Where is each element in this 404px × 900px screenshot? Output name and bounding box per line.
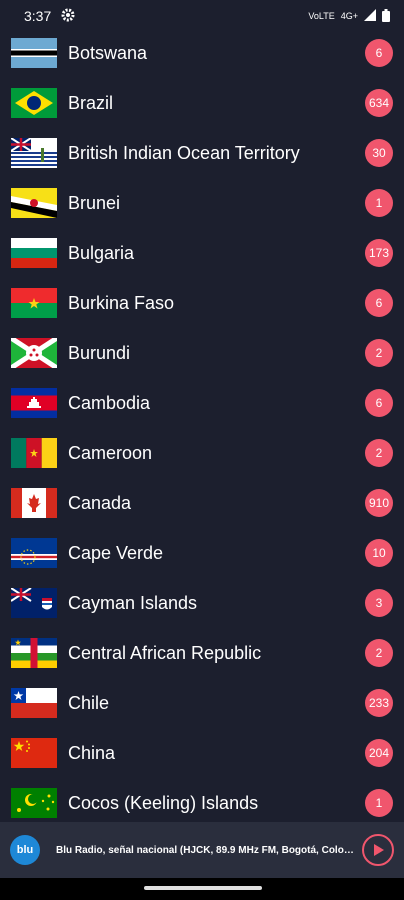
country-list-item[interactable]: Cape Verde 10 (0, 528, 404, 578)
cocos-islands-flag-icon (11, 788, 57, 818)
country-list-item[interactable]: Cocos (Keeling) Islands 1 (0, 778, 404, 822)
country-name: China (68, 742, 116, 763)
station-count-badge: 910 (365, 489, 393, 517)
country-name: Cape Verde (68, 542, 164, 563)
country-name: Canada (68, 492, 132, 513)
country-list[interactable]: Botswana 6 Brazil 634 British Indian Ocean T… (0, 28, 404, 822)
country-list-item[interactable]: Central African Republic 2 (0, 628, 404, 678)
station-count-badge: 30 (365, 139, 393, 167)
battery-icon (382, 8, 390, 24)
canada-flag-icon (11, 488, 57, 518)
country-list-item[interactable]: Burkina Faso 6 (0, 278, 404, 328)
station-count-badge: 173 (365, 239, 393, 267)
station-count-badge: 204 (365, 739, 393, 767)
country-name: Botswana (68, 42, 148, 63)
country-name: Bulgaria (68, 242, 135, 263)
country-list-item[interactable]: China 204 (0, 728, 404, 778)
station-count-badge: 233 (365, 689, 393, 717)
station-count-badge: 2 (365, 439, 393, 467)
chile-flag-icon (11, 688, 57, 718)
now-playing-title[interactable]: Blu Radio, señal nacional (HJCK, 89.9 MH… (56, 845, 356, 856)
station-count-badge: 634 (365, 89, 393, 117)
country-list-item[interactable]: Bulgaria 173 (0, 228, 404, 278)
station-count-badge: 6 (365, 289, 393, 317)
country-name: British Indian Ocean Territory (68, 142, 300, 163)
burundi-flag-icon (11, 338, 57, 368)
play-button[interactable] (362, 834, 394, 866)
station-count-badge: 6 (365, 389, 393, 417)
settings-gear-icon (61, 8, 75, 25)
brazil-flag-icon (11, 88, 57, 118)
country-name: Burkina Faso (68, 292, 175, 313)
system-nav-bar (0, 878, 404, 900)
station-count-badge: 2 (365, 339, 393, 367)
country-name: Cameroon (68, 442, 153, 463)
country-list-item[interactable]: Chile 233 (0, 678, 404, 728)
country-name: Cayman Islands (68, 592, 198, 613)
country-list-item[interactable]: Cayman Islands 3 (0, 578, 404, 628)
station-count-badge: 1 (365, 189, 393, 217)
cambodia-flag-icon (11, 388, 57, 418)
country-list-item[interactable]: Canada 910 (0, 478, 404, 528)
country-name: Brazil (68, 92, 114, 113)
country-list-item[interactable]: Burundi 2 (0, 328, 404, 378)
signal-label: 4G+ (340, 11, 358, 21)
country-name: Burundi (68, 342, 131, 363)
bulgaria-flag-icon (11, 238, 57, 268)
station-count-badge: 3 (365, 589, 393, 617)
country-list-item[interactable]: Brunei 1 (0, 178, 404, 228)
station-count-badge: 2 (365, 639, 393, 667)
cell-signal-icon (364, 9, 376, 23)
country-list-item[interactable]: Cambodia 6 (0, 378, 404, 428)
country-name: Central African Republic (68, 642, 262, 663)
country-list-item[interactable]: Cameroon 2 (0, 428, 404, 478)
mini-player[interactable]: blu Blu Radio, señal nacional (HJCK, 89.… (0, 822, 404, 878)
country-list-item[interactable]: Brazil 634 (0, 78, 404, 128)
country-name: Brunei (68, 192, 121, 213)
central-african-republic-flag-icon (11, 638, 57, 668)
station-count-badge: 1 (365, 789, 393, 817)
burkina-faso-flag-icon (11, 288, 57, 318)
station-count-badge: 6 (365, 39, 393, 67)
country-list-item[interactable]: British Indian Ocean Territory 30 (0, 128, 404, 178)
china-flag-icon (11, 738, 57, 768)
status-time: 3:37 (24, 8, 52, 24)
cayman-islands-flag-icon (11, 588, 57, 618)
biot-flag-icon (11, 138, 57, 168)
country-name: Cocos (Keeling) Islands (68, 792, 259, 813)
network-label: VoLTE (308, 11, 335, 21)
station-logo: blu (10, 835, 40, 865)
country-name: Chile (68, 692, 110, 713)
cape-verde-flag-icon (11, 538, 57, 568)
play-icon (374, 844, 384, 856)
home-indicator[interactable] (144, 886, 262, 890)
botswana-flag-icon (11, 38, 57, 68)
cameroon-flag-icon (11, 438, 57, 468)
country-list-item[interactable]: Botswana 6 (0, 28, 404, 78)
brunei-flag-icon (11, 188, 57, 218)
station-count-badge: 10 (365, 539, 393, 567)
country-name: Cambodia (68, 392, 151, 413)
